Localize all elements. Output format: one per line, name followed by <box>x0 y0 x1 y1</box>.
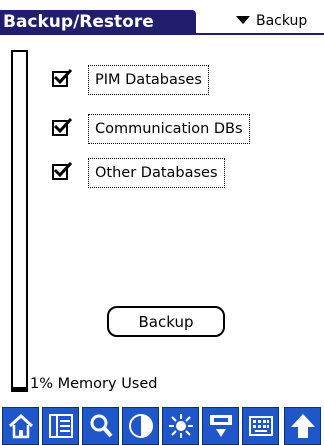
option-row-other: Other Databases <box>46 158 286 188</box>
brightness-icon[interactable] <box>162 407 199 445</box>
memory-gauge <box>11 50 28 392</box>
page-title: Backup/Restore <box>0 10 196 34</box>
option-row-pim: PIM Databases <box>46 65 286 95</box>
other-databases-checkbox[interactable] <box>52 161 73 180</box>
sync-icon[interactable] <box>202 407 239 445</box>
keyboard-icon[interactable] <box>242 407 279 445</box>
mode-picker-label: Backup <box>256 13 308 29</box>
search-icon[interactable] <box>82 407 119 445</box>
title-underline <box>0 33 324 35</box>
checkmark-icon <box>53 117 73 134</box>
checkmark-icon <box>53 68 73 85</box>
home-icon[interactable] <box>2 407 39 445</box>
communication-dbs-label[interactable]: Communication DBs <box>88 114 250 144</box>
contrast-icon[interactable] <box>122 407 159 445</box>
triangle-down-icon <box>236 16 250 24</box>
other-databases-label[interactable]: Other Databases <box>88 158 225 188</box>
memory-gauge-fill <box>13 386 26 390</box>
checkmark-icon <box>53 161 73 178</box>
option-row-communication: Communication DBs <box>46 114 286 144</box>
up-arrow-icon[interactable] <box>284 407 321 445</box>
bottom-toolbar <box>0 405 324 445</box>
communication-dbs-checkbox[interactable] <box>52 117 73 136</box>
backup-button[interactable]: Backup <box>107 306 225 337</box>
pim-databases-checkbox[interactable] <box>52 68 73 87</box>
backup-restore-screen: Backup/Restore Backup PIM Databases Comm… <box>0 0 324 445</box>
pim-databases-label[interactable]: PIM Databases <box>88 65 209 95</box>
mode-picker[interactable]: Backup <box>220 10 324 32</box>
application-list-icon[interactable] <box>42 407 79 445</box>
memory-used-text: 1% Memory Used <box>30 376 158 392</box>
